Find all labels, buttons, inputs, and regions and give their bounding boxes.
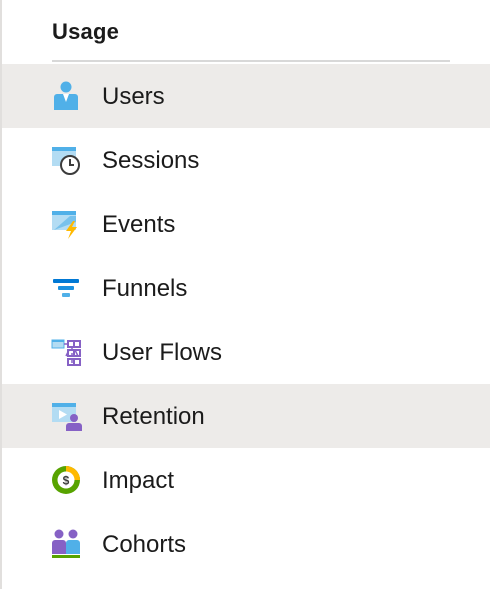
menu-item-cohorts[interactable]: Cohorts [2, 512, 490, 576]
menu-item-label: Funnels [102, 275, 188, 302]
events-icon [50, 208, 82, 240]
menu-item-retention[interactable]: Retention [2, 384, 490, 448]
usage-nav-panel: Usage Users Sessions Events Funnels User… [0, 0, 490, 589]
menu-item-sessions[interactable]: Sessions [2, 128, 490, 192]
svg-text:$: $ [63, 474, 70, 488]
menu-item-user-flows[interactable]: User Flows [2, 320, 490, 384]
menu-item-users[interactable]: Users [2, 64, 490, 128]
menu-item-label: User Flows [102, 339, 223, 366]
users-icon [50, 80, 82, 112]
cohorts-icon [50, 528, 82, 560]
user-flows-icon [50, 336, 82, 368]
retention-icon [50, 400, 82, 432]
menu-item-label: Impact [102, 467, 175, 494]
menu-item-impact[interactable]: $ Impact [2, 448, 490, 512]
menu-item-label: Sessions [102, 147, 200, 174]
menu-item-label: Retention [102, 403, 205, 430]
menu-item-events[interactable]: Events [2, 192, 490, 256]
funnels-icon [50, 272, 82, 304]
section-title: Usage [52, 19, 120, 44]
menu-item-label: Events [102, 211, 176, 238]
sessions-icon [50, 144, 82, 176]
menu-item-label: Users [102, 83, 165, 110]
section-header: Usage [52, 18, 450, 62]
impact-icon: $ [50, 464, 82, 496]
menu-item-funnels[interactable]: Funnels [2, 256, 490, 320]
usage-menu: Users Sessions Events Funnels User Flows… [2, 64, 490, 576]
menu-item-label: Cohorts [102, 531, 187, 558]
